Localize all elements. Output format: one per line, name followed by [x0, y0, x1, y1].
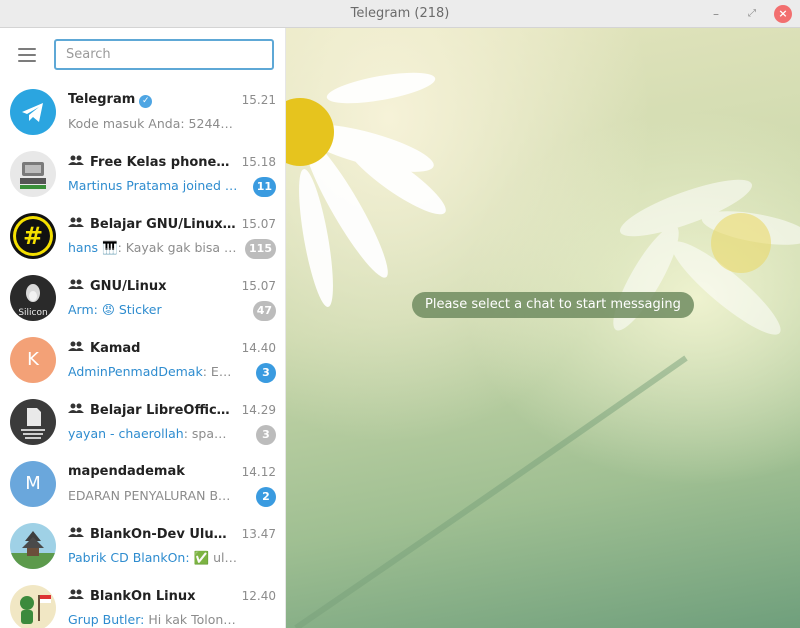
chat-preview: : spammer ...	[183, 426, 238, 441]
telegram-logo-icon	[10, 89, 56, 135]
chat-name: GNU/Linux	[90, 279, 167, 294]
chat-preview: : EDAR...	[202, 364, 238, 379]
mascot-avatar-icon	[10, 585, 56, 628]
chat-name: Free Kelas phonegap ...	[90, 155, 238, 170]
silicon-avatar-icon: Silicon	[10, 275, 56, 321]
chat-time: 15.07	[241, 217, 276, 231]
sidebar-top-bar	[0, 28, 285, 82]
group-icon	[68, 340, 84, 351]
sidebar: Telegram✓ 15.21 Kode masuk Anda: 52446 K…	[0, 28, 286, 628]
chat-time: 15.21	[241, 93, 276, 107]
verified-icon: ✓	[139, 95, 153, 108]
chat-preview: Martinus Pratama joined th...	[68, 178, 238, 193]
unread-badge: 47	[252, 301, 276, 321]
svg-text:#: #	[23, 222, 43, 250]
window-title: Telegram (218)	[350, 6, 450, 21]
chat-sender: AdminPenmadDemak	[68, 364, 203, 379]
unread-badge: 11	[252, 177, 276, 197]
minimize-button[interactable]: –	[706, 4, 726, 24]
chat-name: Belajar LibreOffice In...	[90, 403, 238, 418]
group-icon	[68, 216, 84, 227]
group-icon	[68, 588, 84, 599]
chat-name: BlankOn Linux	[90, 589, 196, 604]
daisy-wallpaper	[286, 72, 800, 628]
chat-time: 14.40	[241, 341, 276, 355]
group-icon	[68, 154, 84, 165]
chat-item-telegram[interactable]: Telegram✓ 15.21 Kode masuk Anda: 52446 K…	[0, 86, 285, 148]
temple-avatar-icon	[10, 523, 56, 569]
chat-item-blankon-dev-uluwatu[interactable]: BlankOn-Dev Uluwatu 13.47 Pabrik CD Blan…	[0, 520, 285, 582]
avatar-letter: K	[10, 337, 56, 383]
group-icon	[68, 526, 84, 537]
close-button[interactable]: ×	[774, 5, 792, 23]
menu-icon[interactable]	[18, 48, 36, 62]
chat-sender: Arm:	[68, 302, 98, 317]
chat-preview: 😡 Sticker	[97, 302, 162, 317]
chat-time: 12.40	[241, 589, 276, 603]
group-icon	[68, 402, 84, 413]
avatar-letter: M	[10, 461, 56, 507]
select-chat-hint: Please select a chat to start messaging	[412, 292, 694, 318]
chat-sender: Grup Butler:	[68, 612, 145, 627]
maximize-button[interactable]: ⤢	[742, 4, 762, 24]
avatar-caption: Silicon	[18, 308, 47, 318]
chat-time: 14.12	[241, 465, 276, 479]
chat-sender: hans 🎹	[68, 240, 118, 255]
chat-sender: yayan - chaerollah	[68, 426, 184, 441]
chat-item-blankon-linux[interactable]: BlankOn Linux 12.40 Grup Butler: Hi kak …	[0, 582, 285, 628]
chat-name: Belajar GNU/Linux In...	[90, 217, 238, 232]
phonegap-avatar-icon	[10, 151, 56, 197]
unread-badge: 2	[256, 487, 276, 507]
chat-item-kamad[interactable]: K Kamad 14.40 AdminPenmadDemak: EDAR... …	[0, 334, 285, 396]
chat-item-belajar-libreoffice[interactable]: Belajar LibreOffice In... 14.29 yayan - …	[0, 396, 285, 458]
chat-preview: : Kayak gak bisa pa...	[117, 240, 238, 255]
chat-name: Telegram	[68, 92, 136, 107]
title-bar: Telegram (218) – ⤢ ×	[0, 0, 800, 28]
unread-badge: 115	[245, 239, 276, 259]
chat-background: Please select a chat to start messaging	[286, 28, 800, 628]
chat-preview: Hi kak Tolong dong ...	[148, 612, 238, 627]
chat-name: BlankOn-Dev Uluwatu	[90, 527, 238, 542]
chat-item-gnu-linux[interactable]: Silicon GNU/Linux 15.07 Arm: 😡 Sticker 4…	[0, 272, 285, 334]
chat-time: 15.18	[241, 155, 276, 169]
chat-preview: ✅ uluwatu ...	[193, 550, 238, 565]
chat-name: mapendademak	[68, 464, 185, 479]
chat-item-free-kelas-phonegap[interactable]: Free Kelas phonegap ... 15.18 Martinus P…	[0, 148, 285, 210]
chat-time: 14.29	[241, 403, 276, 417]
chat-time: 15.07	[241, 279, 276, 293]
chat-item-belajar-gnu-linux[interactable]: # Belajar GNU/Linux In... 15.07 hans 🎹: …	[0, 210, 285, 272]
chat-preview: EDARAN PENYALURAN BOS T...	[68, 488, 238, 503]
hash-avatar-icon: #	[10, 213, 56, 259]
unread-badge: 3	[256, 363, 276, 383]
search-input[interactable]	[54, 39, 274, 70]
libreoffice-avatar-icon	[10, 399, 56, 445]
chat-time: 13.47	[241, 527, 276, 541]
unread-badge: 3	[256, 425, 276, 445]
chat-name: Kamad	[90, 341, 141, 356]
chat-preview: Kode masuk Anda: 52446 Kode i...	[68, 116, 238, 131]
chat-item-mapendademak[interactable]: M mapendademak 14.12 EDARAN PENYALURAN B…	[0, 458, 285, 520]
group-icon	[68, 278, 84, 289]
chat-sender: Pabrik CD BlankOn:	[68, 550, 190, 565]
